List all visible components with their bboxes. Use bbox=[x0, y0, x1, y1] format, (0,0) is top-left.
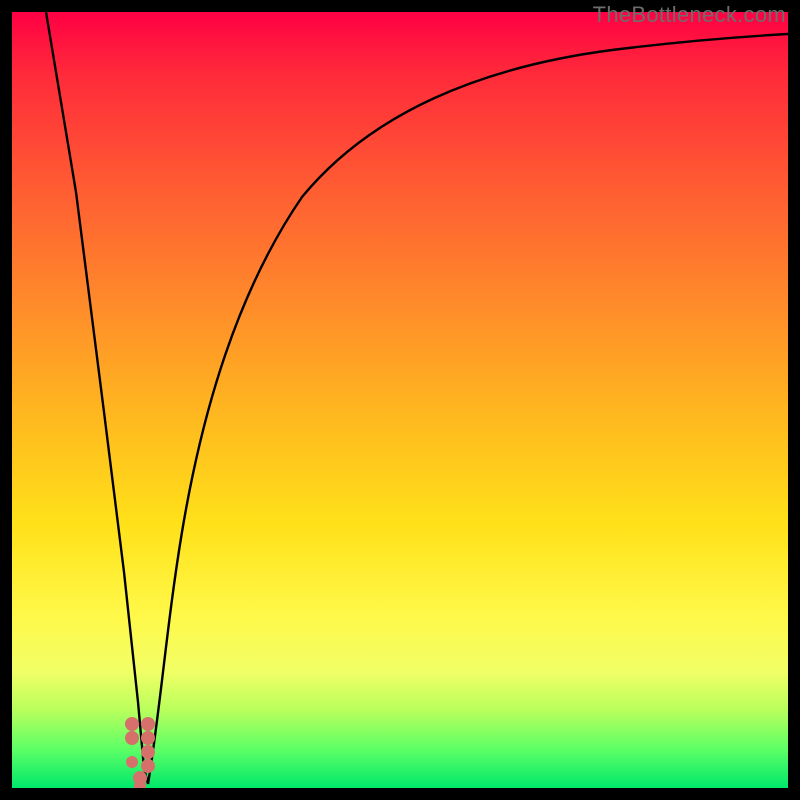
marker-dot bbox=[141, 717, 155, 731]
marker-dot bbox=[126, 756, 138, 768]
plot-area bbox=[12, 12, 788, 788]
chart-frame: TheBottleneck.com bbox=[0, 0, 800, 800]
marker-dot bbox=[125, 717, 139, 731]
marker-dot bbox=[141, 731, 155, 745]
curve-right-branch bbox=[148, 34, 788, 784]
marker-dot bbox=[141, 759, 155, 773]
marker-dot bbox=[125, 731, 139, 745]
watermark-text: TheBottleneck.com bbox=[593, 2, 786, 28]
marker-dot bbox=[141, 745, 155, 759]
curve-left-branch bbox=[46, 12, 148, 784]
bottleneck-curve bbox=[12, 12, 788, 788]
